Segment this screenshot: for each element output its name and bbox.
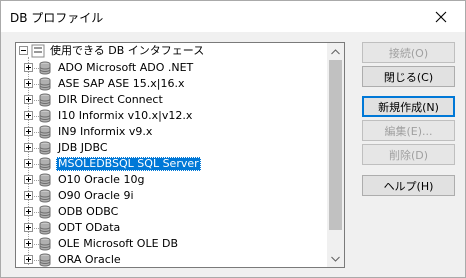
tree-item[interactable]: ODB ODBC	[16, 204, 328, 220]
expand-icon[interactable]	[24, 239, 33, 248]
tree-item-label: I10 Informix v10.x|v12.x	[58, 109, 193, 122]
db-interface-tree[interactable]: 使用できる DB インタフェース ADO Microsoft ADO .NET A…	[15, 42, 345, 268]
tree-item[interactable]: ODT OData	[16, 220, 328, 236]
tree-item-label: OLE Microsoft OLE DB	[58, 237, 179, 250]
window-title: DB プロファイル	[10, 11, 104, 25]
chevron-down-icon	[331, 256, 340, 262]
db-profile-dialog: DB プロファイル 使用できる DB インタフェース ADO Microsoft…	[0, 0, 466, 278]
expand-icon[interactable]	[24, 207, 33, 216]
tree-item[interactable]: ORA Oracle	[16, 252, 328, 267]
title-bar: DB プロファイル	[1, 1, 465, 32]
edit-button[interactable]: 編集(E)...	[362, 120, 455, 141]
database-icon	[39, 157, 51, 171]
database-icon	[39, 93, 51, 107]
tree-item[interactable]: ASE SAP ASE 15.x|16.x	[16, 76, 328, 92]
tree-item[interactable]: IN9 Informix v9.x	[16, 124, 328, 140]
tree-item[interactable]: OLE Microsoft OLE DB	[16, 236, 328, 252]
database-icon	[39, 205, 51, 219]
expand-icon[interactable]	[24, 159, 33, 168]
tree-item[interactable]: DIR Direct Connect	[16, 92, 328, 108]
tree-item-label: O10 Oracle 10g	[58, 173, 145, 186]
expand-icon[interactable]	[24, 127, 33, 136]
tree-item-label: JDB JDBC	[58, 141, 108, 154]
tree-root-label: 使用できる DB インタフェース	[50, 44, 205, 57]
database-icon	[39, 237, 51, 251]
collapse-icon[interactable]	[19, 46, 28, 55]
tree-item-label: ORA Oracle	[58, 253, 121, 266]
close-button[interactable]: 閉じる(C)	[362, 66, 455, 87]
scroll-down-button[interactable]	[327, 250, 344, 267]
delete-button[interactable]: 削除(D)	[362, 144, 455, 165]
close-window-button[interactable]	[419, 1, 463, 32]
tree-item[interactable]: O90 Oracle 9i	[16, 188, 328, 204]
connect-button[interactable]: 接続(O)	[362, 42, 455, 63]
tree-item-label: DIR Direct Connect	[58, 93, 163, 106]
close-icon	[435, 11, 447, 22]
database-icon	[39, 61, 51, 75]
root-tree-icon	[31, 44, 45, 58]
expand-icon[interactable]	[24, 143, 33, 152]
expand-icon[interactable]	[24, 63, 33, 72]
tree-item-label: ODT OData	[58, 221, 121, 234]
new-button[interactable]: 新規作成(N)	[362, 96, 455, 117]
tree-item[interactable]: MSOLEDBSQL SQL Server	[16, 156, 328, 172]
expand-icon[interactable]	[24, 191, 33, 200]
scroll-thumb[interactable]	[329, 60, 342, 230]
database-icon	[39, 253, 51, 267]
expand-icon[interactable]	[24, 95, 33, 104]
tree-item-label: O90 Oracle 9i	[58, 189, 134, 202]
help-button[interactable]: ヘルプ(H)	[362, 175, 455, 196]
database-icon	[39, 109, 51, 123]
tree-item[interactable]: JDB JDBC	[16, 140, 328, 156]
database-icon	[39, 189, 51, 203]
chevron-up-icon	[331, 48, 340, 54]
expand-icon[interactable]	[24, 79, 33, 88]
scroll-up-button[interactable]	[327, 43, 344, 60]
expand-icon[interactable]	[24, 223, 33, 232]
tree-item-label: ODB ODBC	[58, 205, 119, 218]
tree-item[interactable]: O10 Oracle 10g	[16, 172, 328, 188]
expand-icon[interactable]	[24, 111, 33, 120]
expand-icon[interactable]	[24, 175, 33, 184]
tree-item-label: ASE SAP ASE 15.x|16.x	[58, 77, 185, 90]
vertical-scrollbar[interactable]	[327, 43, 344, 267]
tree-item-label: IN9 Informix v9.x	[58, 125, 153, 138]
tree-item-label: MSOLEDBSQL SQL Server	[56, 157, 201, 171]
tree-item[interactable]: ADO Microsoft ADO .NET	[16, 60, 328, 76]
tree-item-label: ADO Microsoft ADO .NET	[58, 61, 194, 74]
database-icon	[39, 221, 51, 235]
database-icon	[39, 77, 51, 91]
tree-root[interactable]: 使用できる DB インタフェース	[16, 43, 328, 59]
tree-item[interactable]: I10 Informix v10.x|v12.x	[16, 108, 328, 124]
database-icon	[39, 141, 51, 155]
expand-icon[interactable]	[24, 255, 33, 264]
database-icon	[39, 125, 51, 139]
database-icon	[39, 173, 51, 187]
